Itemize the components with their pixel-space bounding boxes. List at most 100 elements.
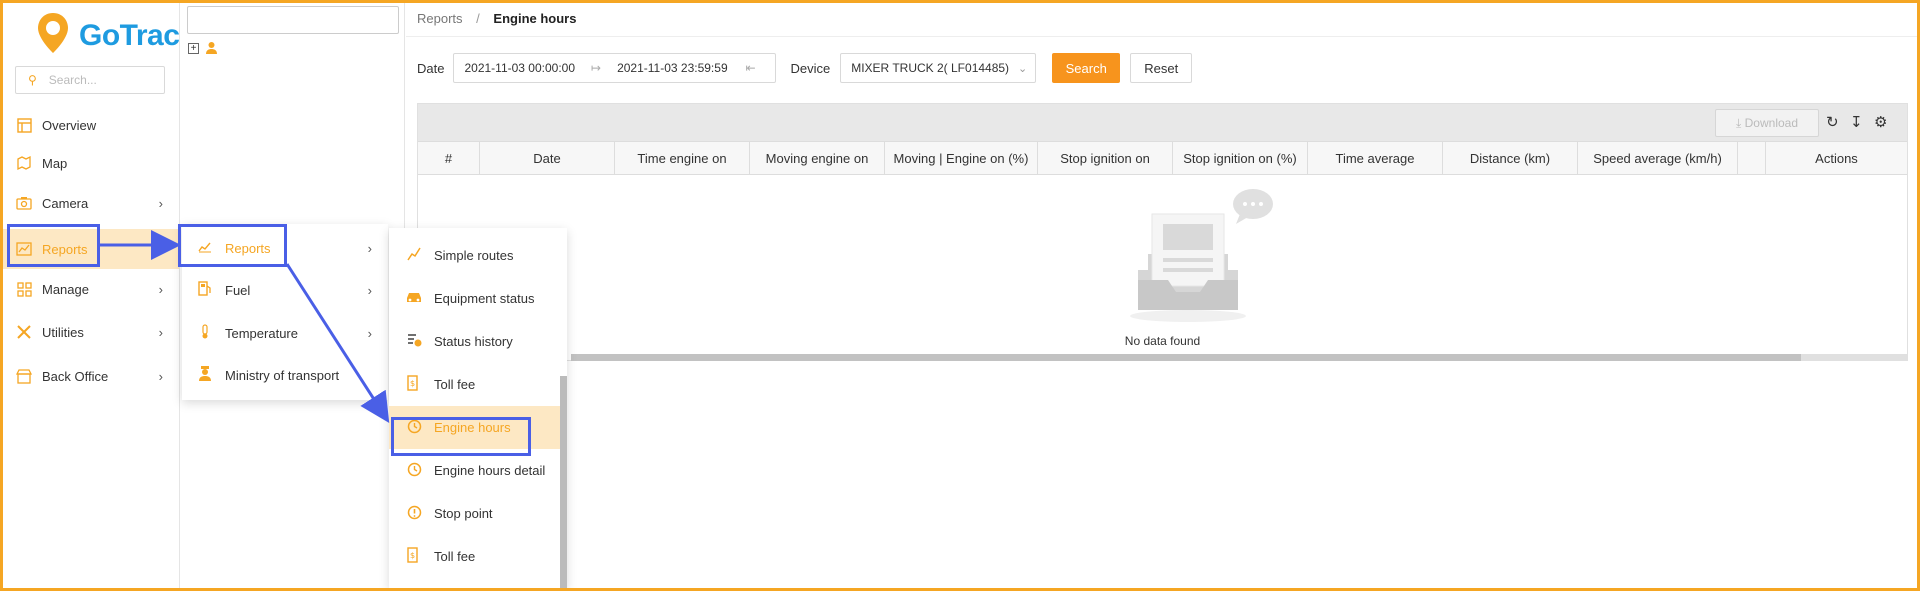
history-icon [406, 333, 422, 350]
column-header[interactable]: Moving engine on [750, 142, 885, 174]
main-content: Reports / Engine hours Date 2021-11-03 0… [406, 3, 1917, 588]
grid-toolbar: ⤓ Download ↻ ↧ ⚙ [418, 104, 1907, 141]
breadcrumb-parent[interactable]: Reports [417, 11, 463, 26]
gotrack-logo[interactable]: GoTrack [35, 11, 196, 53]
device-label: Device [790, 60, 831, 76]
device-select[interactable]: MIXER TRUCK 2( LF014485) ⌄ [840, 53, 1037, 83]
column-header[interactable]: Stop ignition on (%) [1173, 142, 1308, 174]
menu-item-label: Engine hours detail [434, 463, 546, 478]
arrow-right-icon: ↦ [591, 61, 602, 75]
officer-icon [197, 366, 213, 384]
column-header[interactable]: Actions [1766, 142, 1907, 174]
menu-item-reports[interactable]: Reports › [182, 228, 388, 268]
column-header[interactable]: Stop ignition on [1038, 142, 1173, 174]
camera-icon [15, 194, 33, 212]
tools-icon [15, 323, 33, 341]
menu-item-label: Ministry of transport [225, 367, 340, 383]
submenu-scrollbar[interactable] [560, 376, 567, 588]
sidebar-item-camera[interactable]: Camera › [3, 185, 179, 221]
date-from[interactable]: 2021-11-03 00:00:00 [464, 61, 575, 75]
reset-button[interactable]: Reset [1130, 53, 1193, 83]
date-to[interactable]: 2021-11-03 23:59:59 [617, 61, 728, 75]
column-header[interactable]: Date [480, 142, 615, 174]
settings-icon[interactable]: ⚙ [1874, 113, 1887, 131]
scrollbar-thumb[interactable] [571, 354, 1801, 361]
sidebar-item-label: Reports [42, 241, 88, 257]
menu-item-label: Temperature [225, 325, 298, 341]
chevron-down-icon: ⌄ [1018, 62, 1028, 75]
menu-item-status-history[interactable]: Status history [389, 320, 567, 363]
menu-item-label: Fuel [225, 282, 251, 298]
grid-header: # Date Time engine on Moving engine on M… [418, 141, 1907, 175]
location-pin-icon [38, 13, 68, 53]
chevron-right-icon: › [367, 282, 372, 298]
download-icon: ⤓ [1735, 115, 1742, 130]
reports-submenu: Simple routes Equipment status Status hi… [389, 228, 567, 588]
sidebar-item-map[interactable]: Map [3, 145, 179, 181]
sidebar-item-utilities[interactable]: Utilities › [3, 314, 179, 350]
column-header[interactable]: Speed average (km/h) [1578, 142, 1738, 174]
divider [406, 36, 1917, 37]
download-button[interactable]: ⤓ Download [1715, 109, 1819, 137]
search-button[interactable]: Search [1052, 53, 1121, 83]
tree-search-input[interactable] [187, 6, 399, 34]
menu-item-stop-point[interactable]: Stop point [389, 492, 567, 535]
date-range-picker[interactable]: 2021-11-03 00:00:00 ↦ 2021-11-03 23:59:5… [453, 53, 777, 83]
chart-icon [197, 241, 213, 256]
car-icon [406, 291, 422, 306]
menu-item-temperature[interactable]: Temperature › [182, 313, 388, 353]
expand-icon[interactable]: + [188, 43, 199, 54]
svg-text:$: $ [410, 379, 415, 388]
menu-item-equipment-status[interactable]: Equipment status [389, 277, 567, 320]
grid-icon [15, 280, 33, 298]
date-label: Date [417, 60, 445, 76]
menu-item-label: Toll fee [434, 549, 476, 564]
menu-item-ministry-of-transport[interactable]: Ministry of transport [182, 355, 388, 395]
breadcrumb-separator: / [476, 11, 480, 26]
column-header[interactable]: Distance (km) [1443, 142, 1578, 174]
column-header[interactable]: Time average [1308, 142, 1443, 174]
clock-icon [406, 462, 422, 480]
thermometer-icon [197, 324, 213, 342]
column-height-icon[interactable]: ↧ [1850, 113, 1863, 131]
menu-item-fuel[interactable]: Fuel › [182, 270, 388, 310]
column-header[interactable]: Time engine on [615, 142, 750, 174]
filter-bar: Date 2021-11-03 00:00:00 ↦ 2021-11-03 23… [417, 53, 1193, 83]
route-icon [406, 247, 422, 264]
sidebar-item-label: Map [42, 155, 68, 171]
sidebar-search-input[interactable]: ⚲ Search... [15, 66, 165, 94]
sidebar-item-manage[interactable]: Manage › [3, 271, 179, 307]
menu-item-engine-hours[interactable]: Engine hours [389, 406, 567, 449]
column-header [1738, 142, 1766, 174]
menu-item-label: Simple routes [434, 248, 514, 263]
sidebar-item-reports[interactable]: Reports [3, 229, 179, 269]
calendar-icon: ⇤ [745, 61, 756, 75]
chevron-right-icon: › [367, 240, 372, 256]
horizontal-scrollbar[interactable] [571, 354, 1907, 361]
menu-item-simple-routes[interactable]: Simple routes [389, 234, 567, 277]
sidebar-item-label: Utilities [42, 324, 84, 340]
logo-text: GoTrack [79, 19, 196, 52]
user-icon[interactable] [205, 41, 218, 57]
empty-inbox-icon [1130, 189, 1273, 322]
refresh-icon[interactable]: ↻ [1826, 113, 1839, 131]
sidebar-item-label: Overview [42, 117, 97, 133]
search-icon: ⚲ [28, 73, 37, 87]
toll-icon: $ [406, 375, 422, 394]
chevron-right-icon: › [158, 368, 163, 384]
menu-item-label: Equipment status [434, 291, 535, 306]
sidebar-item-label: Manage [42, 281, 89, 297]
clock-icon [406, 419, 422, 437]
reports-flyout-menu: Reports › Fuel › Temperature › Ministry … [182, 224, 388, 400]
empty-message: No data found [1124, 334, 1201, 348]
column-header[interactable]: Moving | Engine on (%) [885, 142, 1038, 174]
sidebar-item-overview[interactable]: Overview [3, 107, 179, 143]
menu-item-label: Engine hours [434, 420, 511, 435]
menu-item-toll-fee[interactable]: $ Toll fee [389, 363, 567, 406]
menu-item-toll-fee-2[interactable]: $ Toll fee [389, 535, 567, 578]
sidebar-item-label: Back Office [42, 368, 109, 384]
sidebar-item-back-office[interactable]: Back Office › [3, 358, 179, 394]
menu-item-engine-hours-detail[interactable]: Engine hours detail [389, 449, 567, 492]
column-header[interactable]: # [418, 142, 480, 174]
menu-item-label: Status history [434, 334, 513, 349]
